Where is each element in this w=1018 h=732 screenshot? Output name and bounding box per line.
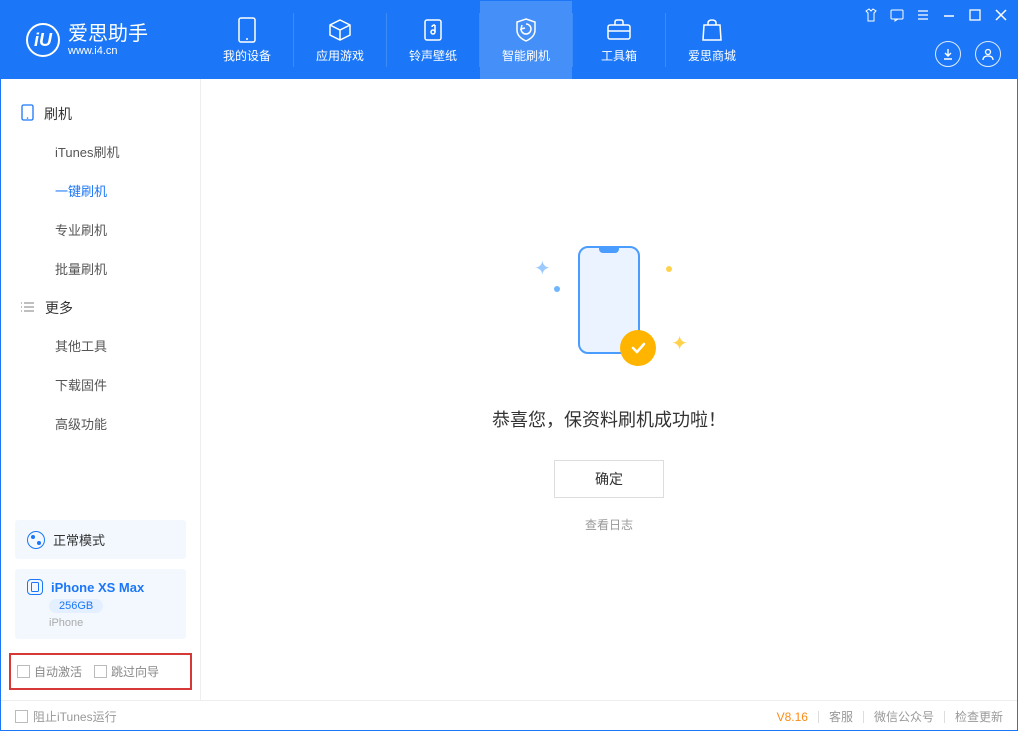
logo: iU 爱思助手 www.i4.cn <box>1 1 201 79</box>
logo-icon: iU <box>26 23 60 57</box>
phone-icon <box>234 17 260 43</box>
dot-icon <box>554 286 560 292</box>
status-wechat-link[interactable]: 微信公众号 <box>874 708 934 725</box>
feedback-icon[interactable] <box>889 7 905 23</box>
checkbox-icon <box>15 710 28 723</box>
sidebar-item-other-tools[interactable]: 其他工具 <box>1 326 200 365</box>
logo-title: 爱思助手 <box>68 23 148 45</box>
window-controls <box>863 7 1009 23</box>
list-icon <box>21 300 35 316</box>
sidebar-item-batch-flash[interactable]: 批量刷机 <box>1 249 200 288</box>
nav-flash[interactable]: 智能刷机 <box>480 1 572 79</box>
sidebar-group-more: 更多 <box>1 288 200 326</box>
sidebar-item-itunes-flash[interactable]: iTunes刷机 <box>1 132 200 171</box>
shield-icon <box>513 17 539 43</box>
device-name: iPhone XS Max <box>51 580 144 595</box>
checkbox-block-itunes[interactable]: 阻止iTunes运行 <box>15 708 117 725</box>
status-service-link[interactable]: 客服 <box>829 708 853 725</box>
close-icon[interactable] <box>993 7 1009 23</box>
status-update-link[interactable]: 检查更新 <box>955 708 1003 725</box>
check-badge-icon <box>620 330 656 366</box>
device-small-icon <box>21 104 34 124</box>
cube-icon <box>327 17 353 43</box>
menu-icon[interactable] <box>915 7 931 23</box>
success-message: 恭喜您，保资料刷机成功啦！ <box>492 406 726 432</box>
nav-ringtones[interactable]: 铃声壁纸 <box>387 1 479 79</box>
checkbox-auto-activate[interactable]: 自动激活 <box>17 663 82 680</box>
shirt-icon[interactable] <box>863 7 879 23</box>
mode-box[interactable]: 正常模式 <box>15 520 186 559</box>
sidebar-item-pro-flash[interactable]: 专业刷机 <box>1 210 200 249</box>
download-button[interactable] <box>935 41 961 67</box>
device-box[interactable]: iPhone XS Max 256GB iPhone <box>15 569 186 639</box>
sparkle-icon: ✦ <box>671 331 688 356</box>
checkbox-icon <box>17 665 30 678</box>
checkbox-skip-wizard[interactable]: 跳过向导 <box>94 663 159 680</box>
sidebar: 刷机 iTunes刷机 一键刷机 专业刷机 批量刷机 更多 其他工具 下载固件 … <box>1 79 201 700</box>
version-label: V8.16 <box>777 710 808 724</box>
sidebar-item-advanced[interactable]: 高级功能 <box>1 404 200 443</box>
music-icon <box>420 17 446 43</box>
success-illustration: ✦ ✦ <box>564 246 654 376</box>
device-icon <box>27 579 43 595</box>
device-type: iPhone <box>49 617 174 629</box>
user-button[interactable] <box>975 41 1001 67</box>
options-highlight-box: 自动激活 跳过向导 <box>9 653 192 690</box>
mode-label: 正常模式 <box>53 530 105 549</box>
device-capacity: 256GB <box>49 599 103 613</box>
view-log-link[interactable]: 查看日志 <box>585 516 633 533</box>
minimize-icon[interactable] <box>941 7 957 23</box>
content-area: ✦ ✦ 恭喜您，保资料刷机成功啦！ 确定 查看日志 <box>201 79 1017 700</box>
sidebar-item-firmware[interactable]: 下载固件 <box>1 365 200 404</box>
ok-button[interactable]: 确定 <box>554 460 664 498</box>
nav-my-device[interactable]: 我的设备 <box>201 1 293 79</box>
checkbox-icon <box>94 665 107 678</box>
sidebar-group-flash: 刷机 <box>1 94 200 132</box>
maximize-icon[interactable] <box>967 7 983 23</box>
sparkle-icon: ✦ <box>534 256 551 281</box>
dot-icon <box>666 266 672 272</box>
nav-apps[interactable]: 应用游戏 <box>294 1 386 79</box>
sidebar-item-oneclick-flash[interactable]: 一键刷机 <box>1 171 200 210</box>
nav-toolbox[interactable]: 工具箱 <box>573 1 665 79</box>
nav-store[interactable]: 爱思商城 <box>666 1 758 79</box>
status-bar: 阻止iTunes运行 V8.16 客服 微信公众号 检查更新 <box>1 700 1017 732</box>
logo-subtitle: www.i4.cn <box>68 45 148 57</box>
toolbox-icon <box>606 17 632 43</box>
app-header: iU 爱思助手 www.i4.cn 我的设备 应用游戏 铃声壁纸 智能刷机 工具… <box>1 1 1017 79</box>
header-actions <box>935 41 1001 67</box>
mode-icon <box>27 531 45 549</box>
bag-icon <box>699 17 725 43</box>
